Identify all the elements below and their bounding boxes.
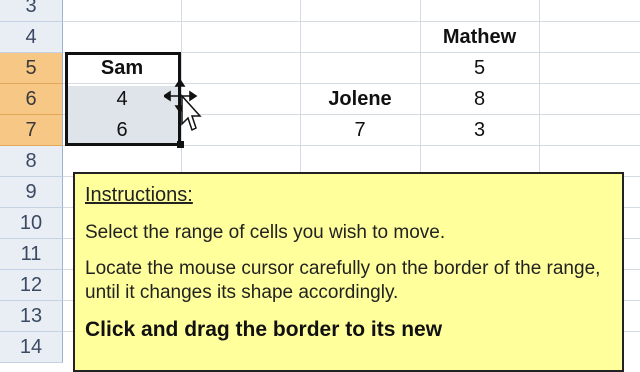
row-header-4[interactable]: 4 — [0, 22, 63, 53]
cell-jolene-header[interactable]: Jolene — [300, 84, 420, 115]
row-header-3[interactable]: 3 — [0, 0, 63, 22]
instructions-box: Instructions: Select the range of cells … — [73, 172, 624, 372]
row-header-5[interactable]: 5 — [0, 53, 63, 84]
row-header-8[interactable]: 8 — [0, 146, 63, 177]
cell-mathew-5[interactable]: 5 — [420, 53, 539, 84]
cell-mathew-6[interactable]: 8 — [420, 84, 539, 115]
cell-jolene-7[interactable]: 7 — [300, 115, 420, 146]
move-cursor-icon — [164, 80, 202, 132]
spreadsheet-grid: 3 4 5 6 7 8 9 10 11 12 13 14 Mathew Sam … — [0, 0, 640, 372]
row-header-6[interactable]: 6 — [0, 84, 63, 115]
row-header-13[interactable]: 13 — [0, 301, 63, 332]
instructions-step-3: Click and drag the border to its new — [85, 318, 443, 341]
grid-row — [63, 22, 640, 53]
row-header-9[interactable]: 9 — [0, 177, 63, 208]
instructions-title: Instructions: — [85, 184, 193, 206]
row-header-10[interactable]: 10 — [0, 208, 63, 239]
cell-mathew-7[interactable]: 3 — [420, 115, 539, 146]
instructions-step-2: Locate the mouse cursor carefully on the… — [85, 258, 601, 303]
grid-row — [63, 0, 640, 22]
row-header-14[interactable]: 14 — [0, 332, 63, 363]
cell-mathew-header[interactable]: Mathew — [420, 22, 539, 53]
row-header-11[interactable]: 11 — [0, 239, 63, 270]
row-header-7[interactable]: 7 — [0, 115, 63, 146]
instructions-step-1: Select the range of cells you wish to mo… — [85, 222, 446, 243]
row-header-12[interactable]: 12 — [0, 270, 63, 301]
